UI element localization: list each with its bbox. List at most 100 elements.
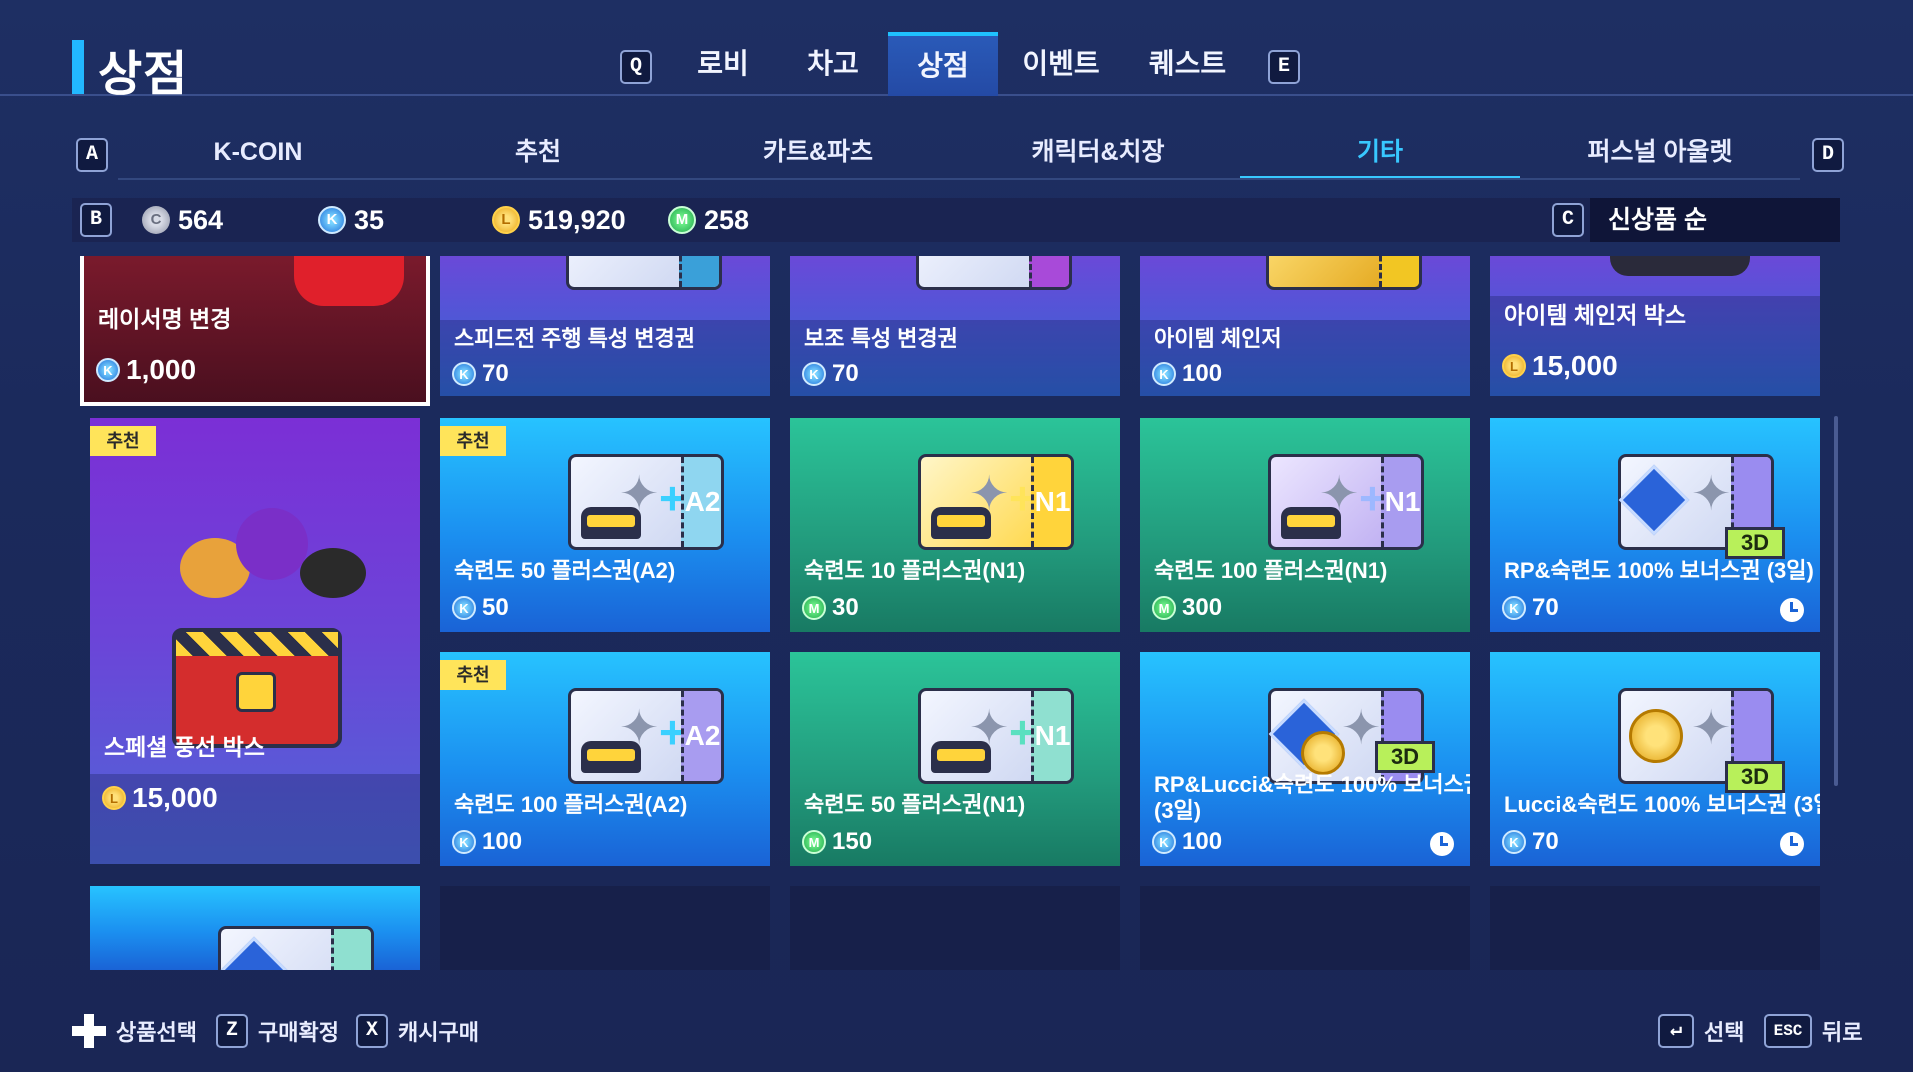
- currency-kcoin: K 35: [318, 202, 384, 238]
- item-lucci-mastery-bonus[interactable]: ✦ 3D Lucci&숙련도 100% 보너스권 (3일) K 70: [1490, 652, 1820, 866]
- hint-confirm[interactable]: Z 구매확정: [216, 1012, 339, 1050]
- hint-label: 뒤로: [1822, 1020, 1863, 1045]
- recommend-badge: 추천: [440, 660, 506, 690]
- category-etc[interactable]: 기타: [1240, 132, 1520, 180]
- tab-lobby[interactable]: 로비: [668, 32, 778, 96]
- category-character[interactable]: 캐릭터&치장: [958, 132, 1238, 180]
- lucci-coin-icon: [1629, 709, 1683, 763]
- price-value: 70: [1532, 828, 1559, 855]
- category-personal-outlet[interactable]: 퍼스널 아울렛: [1520, 132, 1800, 180]
- item-racer-name-change[interactable]: 레이서명 변경 K 1,000: [80, 256, 430, 406]
- item-mastery100-a2[interactable]: 추천 ✦ + A2 숙련도 100 플러스권(A2) K 100: [440, 652, 770, 866]
- ticket-stub: A2: [681, 691, 721, 781]
- esc-key: ESC: [1764, 1014, 1812, 1048]
- prev-category-key[interactable]: A: [76, 138, 108, 172]
- item-rp-lucci-mastery-bonus[interactable]: ✦ 3D RP&Lucci&숙련도 100% 보너스권 (3일) K 100: [1140, 652, 1470, 866]
- clock-icon: [1780, 832, 1804, 856]
- kcoin-icon: K: [96, 358, 120, 382]
- mileage-icon: M: [1152, 596, 1176, 620]
- item-price: K 100: [1152, 828, 1222, 856]
- price-value: 50: [482, 594, 509, 621]
- price-value: 15,000: [1532, 350, 1618, 381]
- recommend-badge: 추천: [440, 426, 506, 456]
- tab-event[interactable]: 이벤트: [1006, 32, 1116, 96]
- currency-key[interactable]: B: [80, 203, 112, 237]
- balloon-purple: [236, 508, 308, 580]
- hint-select-item[interactable]: 상품선택: [72, 1012, 197, 1050]
- item-label-line2: (3일): [1154, 798, 1202, 823]
- item-label: 아이템 체인저 박스: [1504, 302, 1687, 328]
- ticket-image: ✦ + A2: [568, 688, 724, 784]
- item-price: K 100: [1152, 360, 1222, 388]
- currency-mileage: M 258: [668, 202, 749, 238]
- price-value: 150: [832, 828, 873, 855]
- item-item-changer[interactable]: 아이템 체인저 K 100: [1140, 256, 1470, 396]
- lucci-coin-icon: L: [492, 206, 520, 234]
- sort-key[interactable]: C: [1552, 203, 1584, 237]
- ticket-image: [218, 926, 374, 970]
- price-value: 100: [482, 828, 523, 855]
- tab-garage[interactable]: 차고: [778, 32, 888, 96]
- ticket-stub: [1029, 256, 1069, 287]
- empty-slot: [1140, 886, 1470, 970]
- duration-tag: 3D: [1725, 761, 1785, 793]
- item-price: K 100: [452, 828, 522, 856]
- next-category-key[interactable]: D: [1812, 138, 1844, 172]
- item-label: 보조 특성 변경권: [804, 326, 958, 351]
- category-recommended[interactable]: 추천: [398, 132, 678, 180]
- sort-dropdown[interactable]: 신상품 순: [1590, 198, 1840, 242]
- cash-key: X: [356, 1014, 388, 1048]
- ticket-stub: A2: [681, 457, 721, 547]
- rp-icon: [218, 936, 290, 970]
- wrench-icon: ✦: [1691, 702, 1732, 755]
- silver-coin-icon: C: [142, 206, 170, 234]
- tab-quest[interactable]: 퀘스트: [1130, 32, 1245, 96]
- box-image: [1610, 256, 1750, 276]
- ticket-image: [566, 256, 722, 290]
- ticket-image: ✦ 3D: [1618, 688, 1785, 793]
- mileage-icon: M: [802, 830, 826, 854]
- balloon-image: [180, 508, 366, 618]
- currency-silver: C 564: [142, 202, 223, 238]
- category-kart-parts[interactable]: 카트&파츠: [678, 132, 958, 180]
- hint-select[interactable]: ↵ 선택: [1658, 1012, 1744, 1050]
- ticket-stub: [679, 256, 719, 287]
- ticket-image: ✦ 3D: [1618, 454, 1785, 559]
- ticket-image: ✦ + N1: [918, 454, 1074, 550]
- kcoin-icon: K: [1152, 362, 1176, 386]
- box-lock-icon: [236, 672, 276, 712]
- item-item-changer-box[interactable]: 아이템 체인저 박스 L 15,000: [1490, 256, 1820, 396]
- item-label: Lucci&숙련도 100% 보너스권 (3일): [1504, 792, 1820, 817]
- item-mastery100-n1[interactable]: ✦ + N1 숙련도 100 플러스권(N1) M 300: [1140, 418, 1470, 632]
- price-value: 70: [832, 360, 859, 387]
- tab-shop[interactable]: 상점: [888, 32, 998, 96]
- item-label: 숙련도 10 플러스권(N1): [804, 558, 1026, 583]
- item-mastery50-a2[interactable]: 추천 ✦ + A2 숙련도 50 플러스권(A2) K 50: [440, 418, 770, 632]
- item-label: 숙련도 50 플러스권(A2): [454, 558, 676, 583]
- price-value: 100: [1182, 360, 1223, 387]
- ticket-image: ✦ + N1: [1268, 454, 1424, 550]
- item-sub-trait-ticket[interactable]: 보조 특성 변경권 K 70: [790, 256, 1120, 396]
- item-rp-mastery-bonus[interactable]: ✦ 3D RP&숙련도 100% 보너스권 (3일) K 70: [1490, 418, 1820, 632]
- item-special-balloon-box[interactable]: 추천 스페셜 풍선 박스 L 15,000: [90, 418, 420, 864]
- item-mastery50-n1[interactable]: ✦ + N1 숙련도 50 플러스권(N1) M 150: [790, 652, 1120, 866]
- ticket-stub: N1: [1031, 691, 1071, 781]
- hint-back[interactable]: ESC 뒤로: [1764, 1012, 1862, 1050]
- next-tab-key[interactable]: E: [1268, 50, 1300, 84]
- hint-cash-purchase[interactable]: X 캐시구매: [356, 1012, 479, 1050]
- item-label-line1: RP&Lucci&숙련도 100% 보너스권: [1154, 772, 1470, 797]
- item-partial-card[interactable]: [90, 886, 420, 970]
- enter-key-icon: ↵: [1658, 1014, 1694, 1048]
- kcoin-icon: K: [452, 362, 476, 386]
- category-kcoin[interactable]: K-COIN: [118, 132, 398, 180]
- wrench-icon: ✦: [619, 702, 660, 755]
- item-speed-trait-ticket[interactable]: 스피드전 주행 특성 변경권 K 70: [440, 256, 770, 396]
- lucci-coin-icon: [1301, 731, 1345, 775]
- confirm-key: Z: [216, 1014, 248, 1048]
- item-label: 숙련도 50 플러스권(N1): [804, 792, 1026, 817]
- item-mastery10-n1[interactable]: ✦ + N1 숙련도 10 플러스권(N1) M 30: [790, 418, 1120, 632]
- prev-tab-key[interactable]: Q: [620, 50, 652, 84]
- kcoin-icon: K: [1502, 830, 1526, 854]
- scrollbar[interactable]: [1834, 416, 1838, 786]
- wrench-icon: ✦: [1319, 468, 1360, 521]
